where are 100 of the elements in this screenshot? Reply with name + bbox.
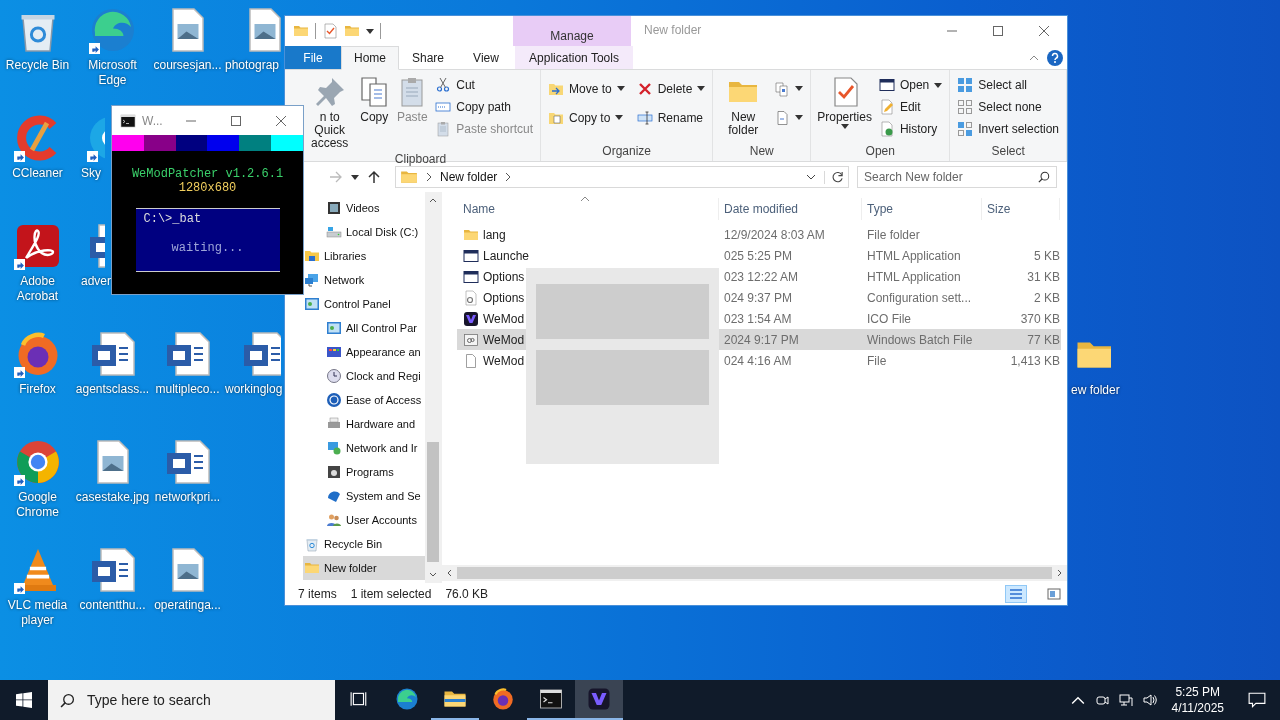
refresh-icon[interactable] (824, 170, 844, 184)
desktop-icon[interactable]: multipleco... (150, 330, 225, 397)
search-field[interactable]: Type here to search (48, 680, 335, 720)
date-modified: 024 4:16 AM (724, 353, 792, 368)
ribbon-tab[interactable]: File (285, 46, 341, 69)
scroll-down-icon[interactable] (429, 572, 437, 577)
column-header[interactable]: Type (862, 198, 982, 220)
scrollbar[interactable] (442, 565, 1067, 581)
new-folder-button[interactable]: New folder (717, 74, 770, 139)
window-icon (463, 268, 479, 285)
select-all-button[interactable]: Select all (954, 74, 1062, 96)
file-size: 77 KB (1027, 332, 1060, 347)
cut-button[interactable]: Cut (432, 74, 536, 96)
properties-button[interactable]: Properties (815, 74, 874, 131)
speaker-icon[interactable] (1142, 693, 1157, 707)
ribbon-group-label: Clipboard (393, 152, 448, 168)
desktop-icon[interactable]: photograp (225, 6, 281, 73)
file-type: HTML Application (867, 269, 961, 284)
nav-item[interactable]: Network (303, 268, 425, 292)
move-to-button[interactable]: Move to (545, 74, 628, 103)
ribbon-tab[interactable]: Application Tools (515, 46, 633, 69)
desktop-icon[interactable]: ew folder (1071, 335, 1120, 398)
caret-icon (795, 86, 804, 91)
file-row[interactable]: lang 12/9/2024 8:03 AM File folder (457, 224, 1061, 245)
library-icon (304, 248, 320, 264)
desktop-icon[interactable]: workinglog (225, 330, 283, 397)
close-icon (1039, 26, 1049, 36)
nav-item[interactable]: Recycle Bin (303, 532, 425, 556)
wemod-icon (463, 310, 479, 327)
invert-selection-button[interactable]: Invert selection (954, 118, 1062, 140)
file-name: Options (483, 290, 525, 305)
desktop-icon[interactable]: Google Chrome (0, 438, 75, 520)
search-input[interactable]: Type here to search (85, 691, 335, 709)
collapse-ribbon-icon[interactable] (1029, 54, 1039, 61)
dropdown-icon[interactable] (806, 174, 816, 180)
file-row[interactable]: Options 023 12:22 AM HTML Application 31 KB (457, 266, 1061, 287)
nav-item[interactable]: Local Disk (C:) (303, 220, 425, 244)
breadcrumb-item[interactable]: New folder (440, 170, 498, 184)
select-none-button[interactable]: Select none (954, 96, 1062, 118)
nav-item[interactable]: Appearance an (303, 340, 425, 364)
file-row[interactable]: Launche 025 5:25 PM HTML Application 5 KB (457, 245, 1061, 266)
desktop-icon[interactable]: Recycle Bin (0, 6, 75, 73)
desktop-icon[interactable]: VLC media player (0, 546, 75, 628)
desktop-icon[interactable]: Microsoft Edge (75, 6, 150, 88)
ribbon-group-label: Open (864, 144, 896, 160)
desktop-icon[interactable]: contentthu... (75, 546, 150, 613)
column-header[interactable]: Date modified (719, 198, 862, 220)
desktop-icon[interactable]: coursesjan... (150, 6, 225, 73)
file-row[interactable]: WeMod 024 4:16 AM File 1,413 KB (457, 350, 1061, 371)
caret-icon (697, 86, 706, 91)
history-button[interactable]: History (875, 118, 946, 140)
scroll-up-icon[interactable] (429, 198, 437, 203)
nav-item[interactable]: Libraries (303, 244, 425, 268)
desktop-icon[interactable]: CCleaner (0, 114, 75, 181)
network-icon[interactable] (1118, 693, 1133, 707)
desktop-icon[interactable]: Adobe Acrobat (0, 222, 75, 304)
nav-item[interactable]: New folder (303, 556, 425, 580)
desktop-icon[interactable]: agentsclass... (75, 330, 150, 397)
nav-item[interactable]: Clock and Regi (303, 364, 425, 388)
nav-item[interactable]: Programs (303, 460, 425, 484)
properties-icon (322, 23, 338, 39)
help-icon[interactable] (1047, 49, 1063, 66)
rename-button[interactable]: Rename (633, 103, 709, 132)
details-view-button[interactable] (1005, 585, 1027, 603)
nav-item[interactable]: Network and Ir (303, 436, 425, 460)
delete-button[interactable]: Delete (633, 74, 709, 103)
up-icon[interactable] (367, 170, 381, 184)
desktop-icon[interactable]: networkpri... (150, 438, 225, 505)
search-field[interactable]: Search New folder (857, 166, 1057, 188)
nav-item[interactable]: System and Se (303, 484, 425, 508)
desktop-icon[interactable]: operatinga... (150, 546, 225, 613)
scroll-left-icon[interactable] (447, 569, 452, 577)
nav-item[interactable]: All Control Par (303, 316, 425, 340)
address-bar[interactable]: New folder (395, 166, 849, 188)
notifications-icon[interactable] (1248, 691, 1266, 709)
copy-path-button[interactable]: Copy path (432, 96, 536, 118)
nav-item[interactable]: User Accounts (303, 508, 425, 532)
desktop-icon[interactable]: casestake.jpg (75, 438, 150, 505)
copy-button[interactable]: Copy (356, 74, 393, 126)
ribbon-tab[interactable]: Home (341, 46, 399, 70)
column-header[interactable]: Size (982, 198, 1060, 220)
pin-button[interactable]: n to Quick access (305, 74, 355, 152)
column-header[interactable]: Name (442, 198, 719, 220)
desktop-icon[interactable]: Firefox (0, 330, 75, 397)
clock[interactable]: 5:25 PM 4/11/2025 (1161, 684, 1234, 716)
camera-icon[interactable] (1094, 693, 1109, 707)
nav-item[interactable]: Hardware and (303, 412, 425, 436)
file-row[interactable]: Options 024 9:37 PM Configuration sett... 2 KB (457, 287, 1061, 308)
scrollbar[interactable] (425, 192, 441, 583)
scroll-right-icon[interactable] (1057, 569, 1062, 577)
open-button[interactable]: Open (875, 74, 946, 96)
nav-item[interactable]: Control Panel (303, 292, 425, 316)
nav-item[interactable]: Videos (303, 196, 425, 220)
scrollbar-thumb[interactable] (457, 567, 1052, 579)
nav-item[interactable]: Ease of Access (303, 388, 425, 412)
copy-to-button[interactable]: Copy to (545, 103, 628, 132)
edit-button[interactable]: Edit (875, 96, 946, 118)
scrollbar-thumb[interactable] (427, 442, 439, 562)
file-row[interactable]: WeMod 023 1:54 AM ICO File 370 KB (457, 308, 1061, 329)
taskbar-app-button[interactable] (575, 680, 623, 720)
